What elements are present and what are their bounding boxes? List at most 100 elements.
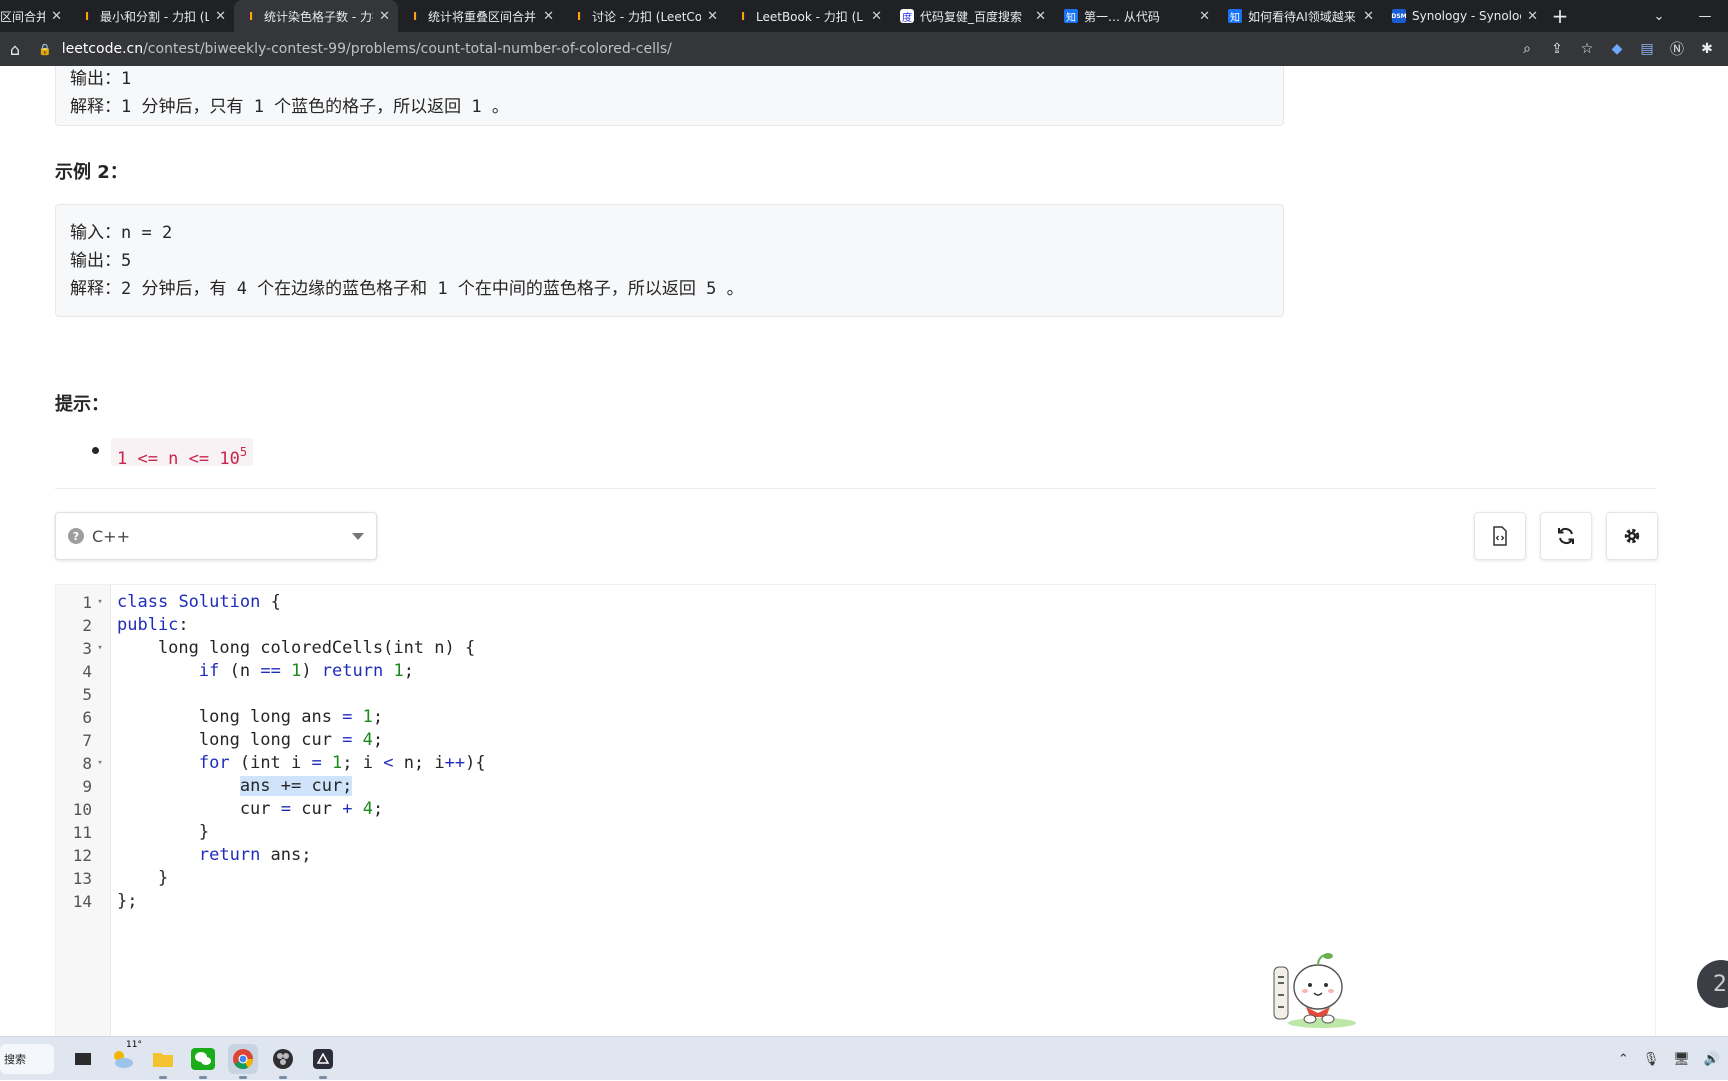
tab-1[interactable]: ⵏ 最小和分割 - 力扣 (L ✕ [70, 0, 234, 32]
close-tab-icon[interactable]: ✕ [543, 9, 554, 24]
help-icon[interactable]: ? [68, 528, 84, 544]
tab-7[interactable]: 知第一… 从代码 ✕ [1054, 0, 1218, 32]
language-select[interactable]: ? C++ [55, 512, 377, 560]
extension-doc-icon[interactable]: ▤ [1632, 41, 1662, 57]
tab-title: 第一… 从代码 [1084, 9, 1160, 24]
close-tab-icon[interactable]: ✕ [1199, 9, 1210, 24]
code-line[interactable]: 8 ▾ for (int i = 1; i < n; i++){ [56, 752, 1655, 775]
network-icon[interactable]: 🖥 [1673, 1052, 1690, 1067]
fold-toggle-icon[interactable]: ▾ [94, 752, 106, 775]
tab-title: 统计将重叠区间合并 [428, 9, 537, 24]
code-text: ans += cur; [239, 776, 353, 796]
new-tab-button[interactable]: + [1546, 0, 1574, 32]
wechat-icon[interactable] [188, 1044, 218, 1079]
line-number: 4 [82, 662, 92, 681]
lock-icon[interactable]: 🔒 [38, 43, 52, 56]
problem-page: 输出：1 解释：1 分钟后，只有 1 个蓝色的格子，所以返回 1 。 示例 2：… [0, 66, 1728, 1036]
code-line[interactable]: 11 } [56, 821, 1655, 844]
close-tab-icon[interactable]: ✕ [871, 9, 882, 24]
example-2-title: 示例 2： [55, 162, 128, 183]
weather-icon[interactable]: 11° [108, 1040, 142, 1074]
code-text: long long ans = 1; [117, 707, 384, 727]
constraint-code: 1 <= n <= 105 [111, 438, 254, 469]
task-view-icon[interactable] [68, 1044, 98, 1074]
tab-0[interactable]: 区间合并 ✕ [0, 0, 70, 32]
tab-5[interactable]: ⵏ LeetBook - 力扣 (L ✕ [726, 0, 890, 32]
file-explorer-icon[interactable] [148, 1044, 178, 1079]
code-line[interactable]: 14}; [56, 890, 1655, 913]
taskbar-search[interactable]: 搜索 [0, 1043, 54, 1074]
tab-8[interactable]: 知如何看待AI领域越来 ✕ [1218, 0, 1382, 32]
code-line[interactable]: 1 ▾ class Solution { [56, 591, 1655, 614]
code-template-button[interactable] [1474, 512, 1526, 560]
close-tab-icon[interactable]: ✕ [379, 9, 390, 24]
code-file-icon [1493, 526, 1507, 546]
home-icon[interactable]: ⌂ [0, 40, 30, 59]
minimize-window-icon[interactable]: — [1682, 9, 1728, 24]
code-text: cur = cur + 4; [117, 799, 384, 819]
close-tab-icon[interactable]: ✕ [51, 9, 62, 24]
code-line[interactable]: 9 ans += cur; [56, 775, 1655, 798]
constraint-exponent: 5 [239, 445, 248, 459]
extension-shield-icon[interactable]: ◆ [1602, 41, 1632, 57]
list-bullet [92, 447, 99, 454]
url-path: /contest/biweekly-contest-99/problems/co… [143, 41, 672, 57]
line-number: 14 [72, 892, 92, 911]
extensions-puzzle-icon[interactable]: ✱ [1692, 41, 1722, 57]
code-line[interactable]: 6 long long ans = 1; [56, 706, 1655, 729]
close-tab-icon[interactable]: ✕ [1527, 9, 1538, 24]
tab-search-chevron-icon[interactable]: ⌄ [1636, 9, 1682, 24]
microphone-icon[interactable]: 🎙 [1643, 1052, 1660, 1067]
obs-studio-icon[interactable] [268, 1044, 298, 1079]
example-2-explanation: 解释：2 分钟后，有 4 个在边缘的蓝色格子和 1 个在中间的蓝色格子，所以返回… [70, 279, 744, 299]
code-line[interactable]: 4 if (n == 1) return 1; [56, 660, 1655, 683]
weather-temperature: 11° [126, 1039, 142, 1050]
code-line[interactable]: 2 public: [56, 614, 1655, 637]
leetcode-icon: ⵏ [412, 9, 418, 23]
line-number: 5 [82, 685, 92, 704]
extension-notion-icon[interactable]: Ⓝ [1662, 39, 1692, 59]
code-editor[interactable]: 1 ▾ class Solution {2 public: 3 ▾ long long c… [55, 584, 1656, 1036]
tab-9[interactable]: DSM Synology - Synolog ✕ [1382, 0, 1546, 32]
code-line[interactable]: 7 long long cur = 4; [56, 729, 1655, 752]
line-number: 9 [82, 777, 92, 796]
zoom-icon[interactable]: ⌕ [1512, 41, 1542, 57]
share-icon[interactable]: ⇪ [1542, 41, 1572, 57]
tab-title: LeetBook - 力扣 (L [756, 9, 863, 24]
mascot-sticker-image [1273, 953, 1356, 1028]
divider [55, 488, 1656, 489]
tab-2[interactable]: ⵏ 统计染色格子数 - 力扣 ✕ [234, 0, 398, 32]
tab-3[interactable]: ⵏ 统计将重叠区间合并 ✕ [398, 0, 562, 32]
browser-tab-strip: 区间合并 ✕ ⵏ 最小和分割 - 力扣 (L ✕ ⵏ 统计染色格子数 - 力扣 ✕ ⵏ 统计将重叠… [0, 0, 1728, 32]
line-number: 6 [82, 708, 92, 727]
code-line[interactable]: 5 [56, 683, 1655, 706]
close-tab-icon[interactable]: ✕ [707, 9, 718, 24]
tab-6[interactable]: 度代码复健_百度搜索 ✕ [890, 0, 1054, 32]
code-line[interactable]: 10 cur = cur + 4; [56, 798, 1655, 821]
volume-icon[interactable]: 🔊 [1704, 1052, 1720, 1067]
chevron-up-icon[interactable]: ⌃ [1618, 1052, 1629, 1067]
code-line[interactable]: 12 return ans; [56, 844, 1655, 867]
close-tab-icon[interactable]: ✕ [215, 9, 226, 24]
synology-icon: DSM [1391, 9, 1407, 23]
reset-code-button[interactable] [1540, 512, 1592, 560]
editor-settings-button[interactable] [1606, 512, 1658, 560]
app-icon[interactable] [308, 1044, 338, 1079]
close-tab-icon[interactable]: ✕ [1363, 9, 1374, 24]
fold-toggle-icon[interactable]: ▾ [94, 591, 106, 614]
code-line[interactable]: 3 ▾ long long coloredCells(int n) { [56, 637, 1655, 660]
windows-taskbar: 搜索 11° ⌃ 🎙 🖥 🔊 [0, 1036, 1728, 1080]
example-2-box: 输入：n = 2 输出：5 解释：2 分钟后，有 4 个在边缘的蓝色格子和 1 … [55, 204, 1284, 317]
browser-toolbar: ⌕ ⇪ ☆ ◆ ▤ Ⓝ ✱ [1512, 39, 1728, 59]
tab-title: 最小和分割 - 力扣 (L [100, 9, 210, 24]
tab-title: 代码复健_百度搜索 [920, 9, 1023, 24]
url-field[interactable]: 🔒 leetcode.cn/contest/biweekly-contest-9… [30, 36, 1512, 62]
code-line[interactable]: 13 } [56, 867, 1655, 890]
line-number: 10 [72, 800, 92, 819]
chrome-icon[interactable] [228, 1043, 258, 1079]
tab-4[interactable]: ⵏ 讨论 - 力扣 (LeetCo ✕ [562, 0, 726, 32]
bookmark-star-icon[interactable]: ☆ [1572, 41, 1602, 57]
example-2-output: 输出：5 [70, 251, 132, 271]
fold-toggle-icon[interactable]: ▾ [94, 637, 106, 660]
close-tab-icon[interactable]: ✕ [1035, 9, 1046, 24]
